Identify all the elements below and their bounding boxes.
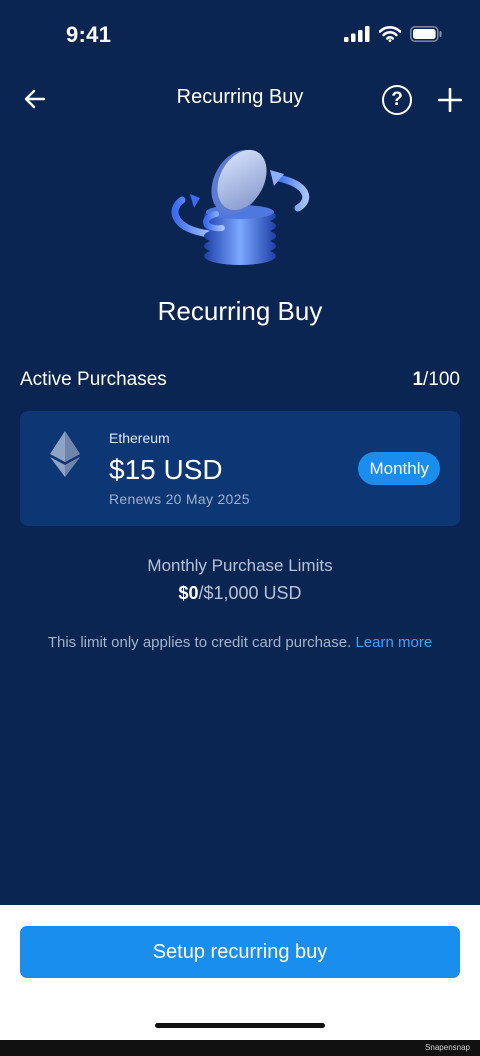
status-icons (344, 26, 442, 42)
wifi-icon (379, 26, 401, 42)
recurring-coins-illustration (171, 149, 310, 265)
add-button[interactable] (434, 84, 466, 116)
learn-more-link[interactable]: Learn more (355, 634, 432, 651)
purchase-card-ethereum[interactable]: Ethereum $15 USD Renews 20 May 2025 Mont… (20, 411, 460, 526)
limit-note: This limit only applies to credit card p… (0, 634, 480, 651)
battery-icon (410, 26, 442, 42)
limit-note-text: This limit only applies to credit card p… (47, 634, 352, 651)
watermark-bar: Snapensnap (0, 1040, 480, 1056)
home-indicator (155, 1023, 325, 1028)
watermark-text: Snapensnap (425, 1043, 470, 1052)
help-button[interactable]: ? (382, 85, 412, 115)
bottom-action-bar: Setup recurring buy (0, 905, 480, 1040)
recurring-buy-screen: 9:41 Recurring Buy ? Recurring Buy Activ… (0, 0, 480, 905)
active-purchases-title: Active Purchases (20, 369, 167, 390)
active-count-current: 1 (412, 369, 424, 390)
active-count-total: /100 (423, 369, 460, 390)
limits-max: /$1,000 USD (198, 583, 302, 603)
monthly-limits-value: $0/$1,000 USD (0, 583, 480, 604)
question-mark-icon: ? (391, 89, 403, 110)
purchase-amount: $15 USD (109, 454, 223, 485)
status-time: 9:41 (66, 22, 112, 47)
setup-recurring-buy-button[interactable]: Setup recurring buy (20, 926, 460, 978)
monthly-limits-label: Monthly Purchase Limits (147, 556, 333, 575)
active-purchases-count: 1/100 (412, 369, 460, 391)
plus-icon (438, 88, 462, 112)
status-bar: 9:41 (0, 0, 480, 72)
ethereum-icon (50, 431, 80, 477)
frequency-badge: Monthly (358, 452, 440, 485)
purchase-renewal-date: Renews 20 May 2025 (109, 491, 250, 507)
active-purchases-header: Active Purchases 1/100 (20, 368, 460, 394)
hero-title: Recurring Buy (157, 296, 323, 326)
nav-bar: Recurring Buy ? (0, 72, 480, 128)
limits-used: $0 (178, 583, 199, 603)
cellular-signal-icon (344, 26, 370, 42)
purchase-asset-name: Ethereum (109, 430, 170, 446)
